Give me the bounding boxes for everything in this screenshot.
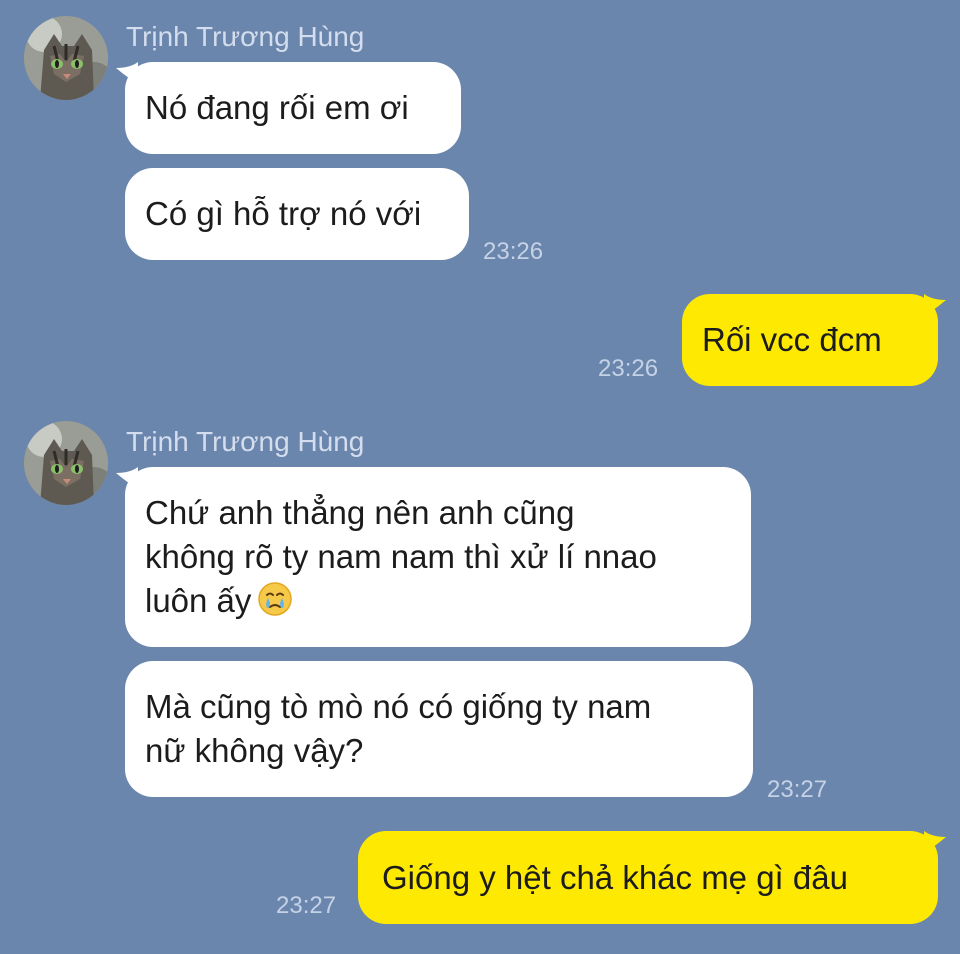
- message-bubble-outgoing[interactable]: Rối vcc đcm: [682, 294, 938, 386]
- message-text: Có gì hỗ trợ nó với: [145, 195, 422, 232]
- message-timestamp: 23:27: [276, 892, 337, 919]
- message-text: Chứ anh thẳng nên anh cũng không rõ ty n…: [145, 494, 657, 619]
- message-bubble-incoming[interactable]: Nó đang rối em ơi: [125, 62, 461, 154]
- contact-avatar[interactable]: [24, 421, 108, 505]
- face-holding-back-tears-icon: [258, 582, 293, 616]
- message-bubble-incoming[interactable]: Có gì hỗ trợ nó với: [125, 168, 469, 260]
- message-text: Nó đang rối em ơi: [145, 89, 409, 126]
- message-timestamp: 23:26: [598, 355, 659, 382]
- message-bubble-incoming[interactable]: Chứ anh thẳng nên anh cũng không rõ ty n…: [125, 467, 751, 647]
- message-text: Rối vcc đcm: [702, 321, 882, 358]
- cat-avatar-icon: [24, 16, 108, 100]
- sender-name: Trịnh Trương Hùng: [126, 21, 365, 52]
- message-timestamp: 23:27: [767, 776, 828, 803]
- bubble-tail-outgoing: [924, 831, 946, 853]
- bubble-tail-outgoing: [924, 294, 946, 316]
- cat-avatar-icon: [24, 421, 108, 505]
- sender-name: Trịnh Trương Hùng: [126, 426, 365, 457]
- message-bubble-incoming[interactable]: Mà cũng tò mò nó có giống ty nam nữ khôn…: [125, 661, 753, 797]
- contact-avatar[interactable]: [24, 16, 108, 100]
- message-bubble-outgoing[interactable]: Giống y hệt chả khác mẹ gì đâu: [358, 831, 938, 924]
- message-text: Giống y hệt chả khác mẹ gì đâu: [382, 858, 848, 896]
- message-timestamp: 23:26: [483, 238, 544, 265]
- message-text: Mà cũng tò mò nó có giống ty nam nữ khôn…: [145, 688, 652, 769]
